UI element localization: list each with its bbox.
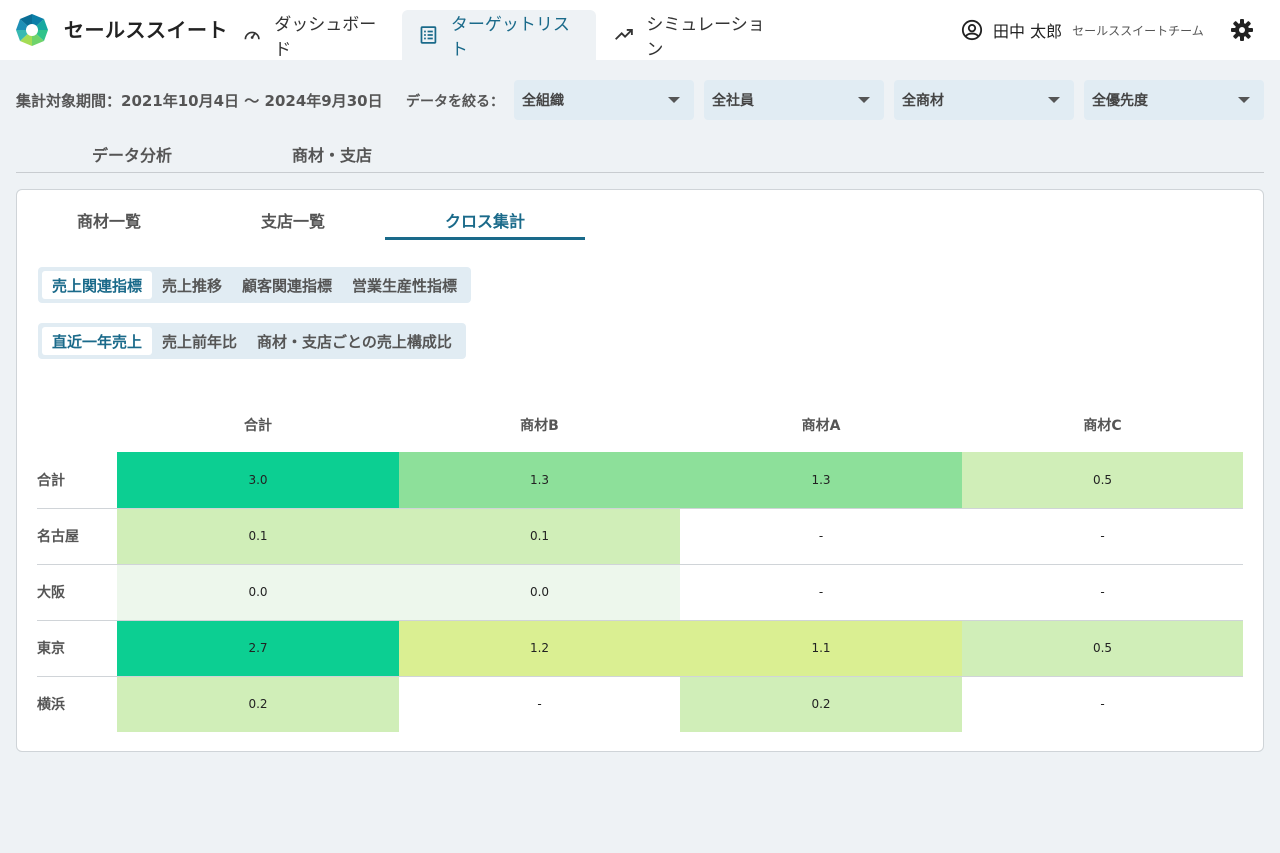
tab-product-branch[interactable]: 商材・支店 <box>292 142 372 166</box>
table-cell: 0.1 <box>399 508 680 565</box>
table-row: 横浜 0.2 - 0.2 - <box>37 676 1243 732</box>
table-cell: - <box>962 508 1243 565</box>
list-icon <box>420 26 437 44</box>
caret-down-icon <box>1048 97 1060 103</box>
nav-simulation-label: シミュレーション <box>646 15 765 60</box>
row-label: 横浜 <box>37 697 65 714</box>
organization-select[interactable]: 全組織 <box>514 80 694 120</box>
cross-tab-card: 商材一覧 支店一覧 クロス集計 売上関連指標 売上推移 顧客関連指標 営業生産性… <box>16 189 1264 752</box>
caret-down-icon <box>668 97 680 103</box>
speedometer-icon <box>244 31 260 40</box>
column-header: 合計 <box>244 418 272 434</box>
table-header-row: 合計 商材B 商材A 商材C <box>37 398 1243 452</box>
table-row: 合計 3.0 1.3 1.3 0.5 <box>37 452 1243 509</box>
caret-down-icon <box>1238 97 1250 103</box>
gear-icon[interactable] <box>1230 18 1254 42</box>
user-menu[interactable]: 田中 太郎 セールススイートチーム <box>961 18 1204 42</box>
table-cell: 0.5 <box>962 452 1243 509</box>
column-header: 商材A <box>801 418 841 434</box>
priority-select-value: 全優先度 <box>1092 93 1148 109</box>
column-header: 商材C <box>1083 418 1122 434</box>
column-header: 商材B <box>520 418 559 434</box>
table-cell: 3.0 <box>117 452 399 509</box>
row-label: 合計 <box>37 452 117 509</box>
row-label: 名古屋 <box>37 508 117 565</box>
metric-productivity[interactable]: 営業生産性指標 <box>342 271 467 299</box>
row-label: 東京 <box>37 620 117 677</box>
table-cell: 0.0 <box>399 564 680 621</box>
table-cell: - <box>680 564 962 621</box>
period-label: 集計対象期間：2021年10月4日 〜 2024年9月30日 <box>16 92 383 110</box>
table-cell: 1.3 <box>399 452 680 509</box>
table-cell: 2.7 <box>117 620 399 677</box>
nav-simulation[interactable]: シミュレーション <box>598 10 788 60</box>
employee-select[interactable]: 全社員 <box>704 80 884 120</box>
table-cell: - <box>537 697 542 712</box>
corner-header <box>37 398 117 452</box>
metric-customer[interactable]: 顧客関連指標 <box>232 271 342 299</box>
nav-dashboard-label: ダッシュボード <box>274 15 377 60</box>
trend-up-icon <box>615 28 633 40</box>
tab-branch-list[interactable]: 支店一覧 <box>193 208 393 240</box>
sub-yoy[interactable]: 売上前年比 <box>152 327 247 355</box>
section-divider <box>16 172 1264 173</box>
tab-product-list[interactable]: 商材一覧 <box>9 208 209 240</box>
metric-segment: 売上関連指標 売上推移 顧客関連指標 営業生産性指標 <box>38 267 472 303</box>
caret-down-icon <box>858 97 870 103</box>
logo-icon[interactable] <box>15 13 49 47</box>
table-cell: 1.3 <box>680 452 962 509</box>
sub-segment: 直近一年売上 売上前年比 商材・支店ごとの売上構成比 <box>38 323 466 359</box>
product-select-value: 全商材 <box>902 93 944 109</box>
nav-target-list[interactable]: ターゲットリスト <box>402 10 596 60</box>
employee-select-value: 全社員 <box>712 93 754 109</box>
table-cell: 0.0 <box>117 564 399 621</box>
table-cell: - <box>962 564 1243 621</box>
user-circle-icon <box>961 19 983 41</box>
metric-sales-trend[interactable]: 売上推移 <box>152 271 232 299</box>
table-cell: 1.1 <box>680 620 962 677</box>
app-name: セールススイート <box>64 18 228 42</box>
app-header: セールススイート ダッシュボード ターゲットリスト シミュレーション 田中 太郎… <box>0 0 1280 60</box>
priority-select[interactable]: 全優先度 <box>1084 80 1264 120</box>
table-cell: 0.5 <box>962 620 1243 677</box>
tab-data-analysis[interactable]: データ分析 <box>92 142 172 166</box>
table-row: 東京 2.7 1.2 1.1 0.5 <box>37 620 1243 677</box>
table-cell: - <box>680 508 962 565</box>
row-label: 大阪 <box>37 564 117 621</box>
organization-select-value: 全組織 <box>522 93 564 109</box>
product-select[interactable]: 全商材 <box>894 80 1074 120</box>
sub-composition[interactable]: 商材・支店ごとの売上構成比 <box>247 327 462 355</box>
table-cell: 1.2 <box>399 620 680 677</box>
filter-label: データを絞る： <box>406 94 504 110</box>
sub-annual-sales[interactable]: 直近一年売上 <box>42 327 153 355</box>
table-cell: - <box>1100 697 1105 712</box>
table-cell: 0.2 <box>680 676 962 732</box>
cross-tab-table: 合計 商材B 商材A 商材C 合計 3.0 1.3 1.3 0.5 名古屋 0.… <box>37 398 1243 732</box>
user-name: 田中 太郎 <box>993 22 1063 41</box>
tab-cross-tabulation[interactable]: クロス集計 <box>385 208 585 240</box>
table-cell: 0.2 <box>117 676 399 732</box>
table-row: 大阪 0.0 0.0 - - <box>37 564 1243 621</box>
table-cell: 0.1 <box>117 508 399 565</box>
table-row: 名古屋 0.1 0.1 - - <box>37 508 1243 565</box>
user-team: セールススイートチーム <box>1072 23 1204 38</box>
nav-dashboard[interactable]: ダッシュボード <box>226 10 400 60</box>
metric-sales[interactable]: 売上関連指標 <box>42 271 153 299</box>
nav-target-list-label: ターゲットリスト <box>450 15 570 60</box>
